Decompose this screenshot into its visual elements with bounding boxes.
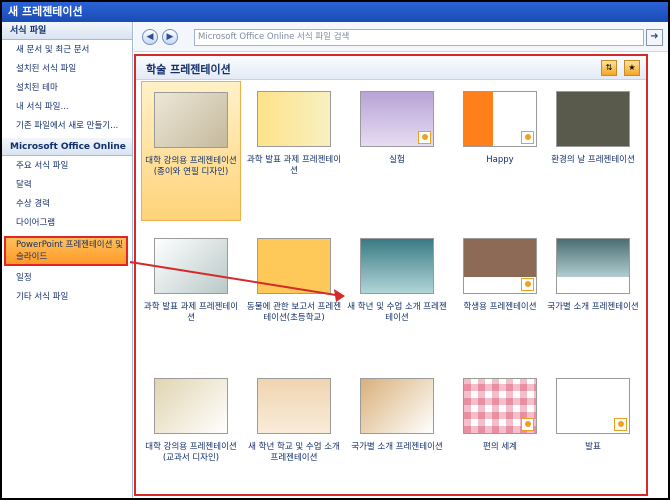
template-thumbnail [154, 92, 228, 148]
window-title: 새 프레젠테이션 [2, 2, 668, 22]
forward-icon[interactable]: ▶ [162, 29, 178, 45]
template-thumbnail [257, 238, 331, 294]
template-tile[interactable]: 동물에 관한 보고서 프레젠테이션(초등학교) [244, 228, 344, 368]
template-label: 학생용 프레젠테이션 [463, 302, 537, 312]
template-label: 대학 강의용 프레젠테이션(종이와 연필 디자인) [145, 156, 237, 177]
person-icon [521, 418, 534, 431]
template-tile[interactable]: 과학 발표 과제 프레젠테이션 [141, 228, 241, 368]
template-label: Happy [486, 155, 514, 165]
sidebar-item-new-from-existing[interactable]: 기존 파일에서 새로 만들기... [2, 120, 132, 132]
template-thumbnail [154, 238, 228, 294]
sidebar-item-presentations[interactable]: PowerPoint 프레젠테이션 및 슬라이드 [4, 236, 128, 266]
template-label: 실험 [389, 155, 405, 165]
template-thumbnail [360, 238, 434, 294]
template-label: 동물에 관한 보고서 프레젠테이션(초등학교) [246, 302, 342, 323]
sidebar-item-calendars[interactable]: 달력 [2, 179, 132, 192]
template-label: 새 학년 및 수업 소개 프레젠테이션 [347, 302, 447, 323]
rating-icon[interactable]: ★ [624, 60, 640, 76]
template-thumbnail [556, 91, 630, 147]
sidebar-item-other[interactable]: 기타 서식 파일 [2, 291, 132, 304]
template-tile[interactable]: 국가별 소개 프레젠테이션 [543, 228, 643, 368]
sidebar-header-templates: 서식 파일 [2, 22, 132, 40]
template-tile[interactable]: 대학 강의용 프레젠테이션(교과서 디자인) [141, 368, 241, 494]
gallery-title: 학술 프레젠테이션 [146, 63, 231, 76]
template-tile[interactable]: 과학 발표 과제 프레젠테이션 [244, 81, 344, 221]
template-tile[interactable]: 국가별 소개 프레젠테이션 [347, 368, 447, 494]
template-thumbnail [463, 91, 537, 147]
back-icon[interactable]: ◀ [142, 29, 158, 45]
toolbar: ◀ ▶ Microsoft Office Online 서식 파일 검색 ➜ [134, 22, 668, 52]
gallery-header: 학술 프레젠테이션 ⇅ ★ [136, 56, 646, 80]
template-tile[interactable]: Happy [450, 81, 550, 221]
main-area: ◀ ▶ Microsoft Office Online 서식 파일 검색 ➜ 학… [134, 22, 668, 498]
template-label: 환경의 날 프레젠테이션 [551, 155, 635, 165]
template-thumbnail [463, 378, 537, 434]
template-label: 국가별 소개 프레젠테이션 [351, 442, 443, 452]
template-thumbnail [360, 378, 434, 434]
sidebar-item-installed-templates[interactable]: 설치된 서식 파일 [2, 63, 132, 76]
template-thumbnail [556, 378, 630, 434]
sidebar-header-office-online: Microsoft Office Online [2, 138, 132, 156]
sidebar-item-diagrams[interactable]: 다이어그램 [2, 217, 132, 230]
template-label: 국가별 소개 프레젠테이션 [547, 302, 639, 312]
template-thumbnail [154, 378, 228, 434]
search-input[interactable]: Microsoft Office Online 서식 파일 검색 [194, 29, 644, 46]
sidebar-item-featured[interactable]: 주요 서식 파일 [2, 160, 132, 173]
person-icon [521, 278, 534, 291]
template-tile[interactable]: 편의 세계 [450, 368, 550, 494]
template-tile[interactable]: 발표 [543, 368, 643, 494]
sidebar-item-awards[interactable]: 수상 경력 [2, 198, 132, 211]
template-thumbnail [257, 378, 331, 434]
template-thumbnail [360, 91, 434, 147]
sidebar-item-my-templates[interactable]: 내 서식 파일... [2, 101, 132, 114]
template-tile[interactable]: 새 학년 및 수업 소개 프레젠테이션 [347, 228, 447, 368]
template-tile[interactable]: 학생용 프레젠테이션 [450, 228, 550, 368]
template-label: 대학 강의용 프레젠테이션(교과서 디자인) [145, 442, 237, 463]
template-tile[interactable]: 실험 [347, 81, 447, 221]
sort-icon[interactable]: ⇅ [601, 60, 617, 76]
template-thumbnail [257, 91, 331, 147]
template-tile[interactable]: 환경의 날 프레젠테이션 [543, 81, 643, 221]
person-icon [614, 418, 627, 431]
template-label: 발표 [585, 442, 601, 452]
template-gallery: 학술 프레젠테이션 ⇅ ★ 대학 강의용 프레젠테이션(종이와 연필 디자인) … [134, 54, 648, 496]
sidebar: 서식 파일 새 문서 및 최근 문서 설치된 서식 파일 설치된 테마 내 서식… [2, 22, 133, 498]
person-icon [418, 131, 431, 144]
template-thumbnail [463, 238, 537, 294]
sidebar-item-new-recent[interactable]: 새 문서 및 최근 문서 [2, 44, 132, 57]
sidebar-item-schedules[interactable]: 일정 [2, 272, 132, 285]
arrow-right-icon[interactable]: ➜ [646, 29, 663, 46]
sidebar-item-installed-themes[interactable]: 설치된 테마 [2, 82, 132, 95]
template-tile[interactable]: 새 학년 학교 및 수업 소개 프레젠테이션 [244, 368, 344, 494]
person-icon [521, 131, 534, 144]
template-label: 과학 발표 과제 프레젠테이션 [143, 302, 239, 323]
template-tile[interactable]: 대학 강의용 프레젠테이션(종이와 연필 디자인) [141, 81, 241, 221]
template-thumbnail [556, 238, 630, 294]
template-label: 과학 발표 과제 프레젠테이션 [246, 155, 342, 176]
template-label: 편의 세계 [483, 442, 517, 452]
template-label: 새 학년 학교 및 수업 소개 프레젠테이션 [248, 442, 340, 463]
